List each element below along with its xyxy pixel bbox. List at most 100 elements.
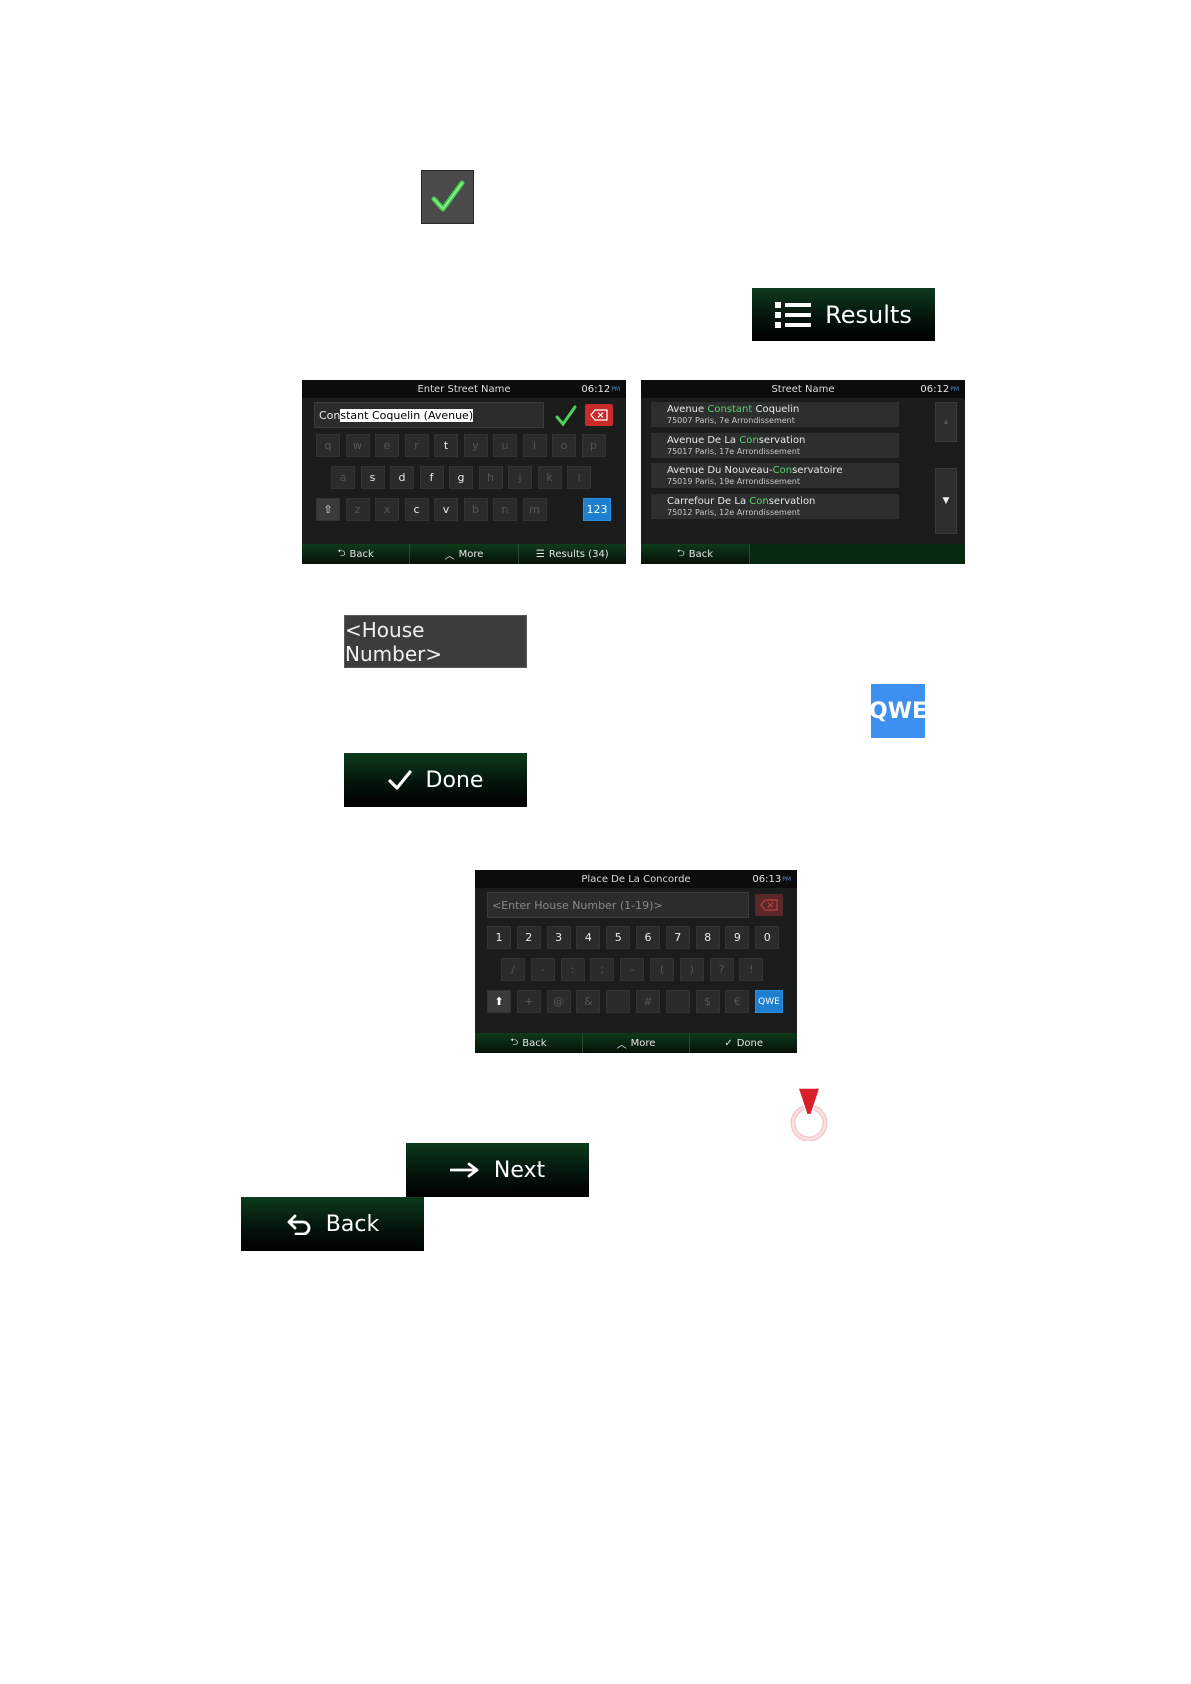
scroll-down-button[interactable]: ▼ [935, 468, 957, 534]
key-symbol[interactable]: ( [650, 958, 674, 981]
done-button[interactable]: Done [344, 753, 527, 807]
key-symbol[interactable]: - [530, 958, 555, 981]
confirm-check-button[interactable] [421, 170, 474, 224]
key-n[interactable]: n [493, 498, 517, 521]
key-symbol[interactable]: ) [679, 958, 704, 981]
key-symbol[interactable] [665, 990, 690, 1013]
key-v[interactable]: v [434, 498, 458, 521]
key-m[interactable]: m [522, 498, 547, 521]
key-9[interactable]: 9 [725, 926, 750, 949]
back-button-large[interactable]: Back [241, 1197, 424, 1251]
back-label: Back [325, 1211, 380, 1237]
key-j[interactable]: j [508, 466, 532, 489]
key-o[interactable]: o [552, 434, 576, 457]
key-b[interactable]: b [463, 498, 488, 521]
key-symbol[interactable]: ; [590, 958, 615, 981]
results-button[interactable]: Results [752, 288, 935, 341]
key-symbol[interactable]: ? [709, 958, 734, 981]
key-7[interactable]: 7 [665, 926, 690, 949]
qwe-key[interactable]: QWE [755, 990, 783, 1013]
done-button[interactable]: ✓ Done [690, 1033, 797, 1053]
key-symbol[interactable]: / [501, 958, 525, 981]
key-x[interactable]: x [375, 498, 399, 521]
key-2[interactable]: 2 [516, 926, 541, 949]
numeric-keyboard-key[interactable]: 123 [583, 498, 611, 521]
key-h[interactable]: h [478, 466, 503, 489]
key-k[interactable]: k [537, 466, 562, 489]
qwe-keyboard-button[interactable]: QWE [869, 684, 927, 738]
key-r[interactable]: r [404, 434, 429, 457]
checkmark-icon [431, 180, 464, 212]
key-e[interactable]: e [375, 434, 399, 457]
key-a[interactable]: a [331, 466, 355, 489]
list-item[interactable]: Avenue Du Nouveau-Conservatoire 75019 Par… [651, 463, 899, 489]
key-0[interactable]: 0 [755, 926, 780, 949]
key-q[interactable]: q [316, 434, 340, 457]
key-t[interactable]: t [434, 434, 458, 457]
key-8[interactable]: 8 [695, 926, 720, 949]
list-item[interactable]: Avenue Constant Coquelin 75007 Paris, 7e … [651, 402, 899, 428]
key-symbol[interactable]: # [636, 990, 660, 1013]
key-symbol[interactable]: : [560, 958, 585, 981]
results-count-button[interactable]: ☰ Results (34) [518, 544, 626, 564]
checkmark-icon [387, 770, 412, 790]
list-item-title: Carrefour De La Conservation [667, 495, 816, 507]
scroll-up-button[interactable]: ▴ [935, 402, 957, 442]
street-list-screen: Street Name 06:12 PM Avenue Constant Coqu… [641, 380, 965, 564]
back-button[interactable]: ⮌ Back [641, 544, 750, 564]
street-input[interactable]: Con stant Coquelin (Avenue) [314, 402, 544, 428]
key-y[interactable]: y [463, 434, 488, 457]
key-i[interactable]: i [522, 434, 547, 457]
key-u[interactable]: u [493, 434, 517, 457]
shift-icon[interactable]: ⇧ [316, 498, 340, 521]
key-6[interactable]: 6 [636, 926, 660, 949]
accept-suggestion-check-icon[interactable] [554, 404, 578, 428]
key-5[interactable]: 5 [606, 926, 631, 949]
next-button[interactable]: Next [406, 1143, 589, 1197]
house-number-input[interactable]: <Enter House Number (1-19)> [487, 892, 749, 918]
key-l[interactable]: l [567, 466, 591, 489]
screen-title: Street Name [641, 380, 965, 398]
more-button[interactable]: ︿ More [410, 544, 519, 564]
key-symbol[interactable]: @ [546, 990, 571, 1013]
list-item-subtitle: 75019 Paris, 19e Arrondissement [667, 477, 800, 486]
key-g[interactable]: g [449, 466, 473, 489]
arrow-right-icon [449, 1162, 479, 1178]
street-entry-screen: Enter Street Name 06:12 PM Con stant Coque… [302, 380, 626, 564]
key-symbol[interactable]: ! [739, 958, 764, 981]
more-button[interactable]: ︿ More [582, 1033, 691, 1053]
backspace-button[interactable] [585, 404, 613, 426]
key-symbol[interactable]: - [620, 958, 645, 981]
key-3[interactable]: 3 [546, 926, 571, 949]
screen-title: Enter Street Name [302, 380, 626, 398]
key-symbol[interactable] [606, 990, 631, 1013]
key-4[interactable]: 4 [576, 926, 601, 949]
house-number-button[interactable]: <House Number> [344, 615, 527, 668]
key-symbol[interactable]: & [576, 990, 601, 1013]
key-s[interactable]: s [360, 466, 385, 489]
key-p[interactable]: p [581, 434, 606, 457]
bottom-bar-filler [749, 544, 965, 564]
list-item-title: Avenue Constant Coquelin [667, 404, 800, 415]
key-f[interactable]: f [419, 466, 444, 489]
list-item[interactable]: Carrefour De La Conservation 75012 Paris,… [651, 493, 899, 520]
key-z[interactable]: z [345, 498, 370, 521]
key-d[interactable]: d [390, 466, 414, 489]
key-w[interactable]: w [345, 434, 370, 457]
backspace-button[interactable] [755, 894, 783, 916]
key-1[interactable]: 1 [487, 926, 511, 949]
map-pin-icon [790, 1087, 828, 1141]
key-c[interactable]: c [404, 498, 429, 521]
house-number-label: <House Number> [345, 617, 443, 666]
clock: 06:12 PM [920, 383, 959, 395]
key-symbol[interactable]: € [725, 990, 750, 1013]
back-button[interactable]: ⮌ Back [302, 544, 411, 564]
key-symbol[interactable]: $ [695, 990, 720, 1013]
house-number-bottom-bar: ⮌ Back ︿ More ✓ Done [475, 1033, 797, 1053]
key-symbol[interactable]: + [516, 990, 541, 1013]
list-item-subtitle: 75007 Paris, 7e Arrondissement [667, 416, 795, 425]
list-item[interactable]: Avenue De La Conservation 75017 Paris, 17… [651, 432, 899, 459]
back-button[interactable]: ⮌ Back [475, 1033, 583, 1053]
shift-icon[interactable]: ⬆ [487, 990, 511, 1013]
clock: 06:13 PM [752, 873, 791, 885]
